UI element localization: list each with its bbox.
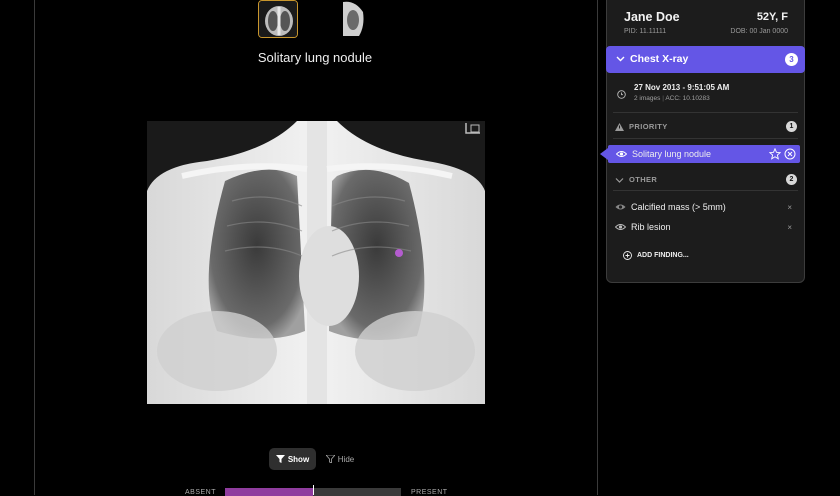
show-button[interactable]: Show: [269, 448, 316, 470]
study-count-badge: 3: [785, 53, 798, 66]
right-divider: [597, 0, 598, 495]
eye-slash-icon[interactable]: [615, 203, 626, 211]
divider: [613, 190, 798, 191]
nodule-marker[interactable]: [395, 249, 403, 257]
priority-label: PRIORITY: [629, 122, 668, 131]
patient-name: Jane Doe: [624, 10, 680, 24]
warning-icon: [615, 122, 624, 131]
finding-title: Solitary lung nodule: [257, 50, 373, 65]
divider: [613, 138, 798, 139]
exam-meta: 2 images | ACC: 10.10283: [634, 95, 710, 102]
other-count-badge: 2: [786, 174, 797, 185]
eye-icon[interactable]: [616, 150, 627, 158]
finding-label: Rib lesion: [631, 222, 671, 232]
star-icon[interactable]: [769, 148, 781, 160]
priority-count-badge: 1: [786, 121, 797, 132]
close-icon[interactable]: ×: [787, 203, 792, 212]
other-section-header[interactable]: OTHER: [615, 175, 657, 184]
exam-datetime: 27 Nov 2013 - 9:51:05 AM: [634, 83, 730, 92]
show-label: Show: [287, 454, 310, 464]
filter-icon: [275, 455, 285, 463]
plus-circle-icon: [623, 251, 632, 260]
finding-label: Solitary lung nodule: [632, 149, 712, 159]
close-icon[interactable]: ×: [787, 223, 792, 232]
thumbnail-frontal[interactable]: [258, 0, 298, 38]
hide-label: Hide: [337, 454, 355, 464]
patient-pid: PID: 11.11111: [624, 28, 667, 35]
exam-acc: ACC: 10.10283: [665, 95, 710, 102]
add-finding-button[interactable]: ADD FINDING...: [623, 251, 689, 260]
chest-xray-image[interactable]: [147, 121, 485, 404]
scale-handle[interactable]: [313, 485, 314, 495]
eye-icon[interactable]: [615, 223, 626, 231]
chevron-down-icon: [616, 56, 625, 62]
selection-pointer: [600, 148, 608, 160]
hide-button[interactable]: Hide: [322, 448, 358, 470]
study-title: Chest X-ray: [630, 53, 689, 65]
finding-row-solitary-lung-nodule[interactable]: Solitary lung nodule: [600, 145, 800, 163]
filter-off-icon: [325, 455, 335, 463]
other-label: OTHER: [629, 175, 658, 184]
priority-section-header[interactable]: PRIORITY: [615, 122, 668, 131]
image-overlay-icon[interactable]: [465, 123, 481, 134]
study-header[interactable]: Chest X-ray 3: [606, 46, 805, 73]
chevron-down-icon: [615, 177, 624, 183]
exam-images: 2 images: [634, 95, 661, 102]
clock-icon: [617, 90, 626, 99]
divider: [613, 112, 798, 113]
patient-dob: DOB: 00 Jan 0000: [730, 28, 788, 35]
finding-label: Calcified mass (> 5mm): [631, 202, 726, 212]
left-divider: [34, 0, 35, 495]
patient-age-sex: 52Y, F: [756, 11, 788, 23]
close-circle-icon[interactable]: [784, 148, 796, 160]
findings-panel: Jane Doe 52Y, F PID: 11.11111 DOB: 00 Ja…: [600, 0, 805, 283]
thumbnail-lateral[interactable]: [333, 0, 373, 38]
add-finding-label: ADD FINDING...: [637, 252, 689, 259]
